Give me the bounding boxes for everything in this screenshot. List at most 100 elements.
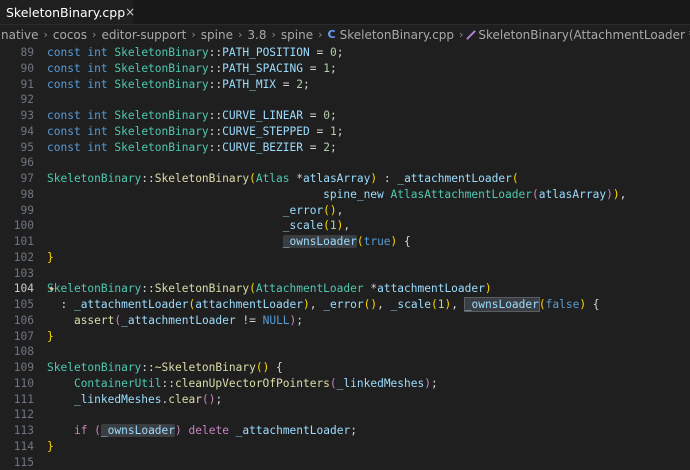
line-number: 113: [0, 423, 34, 439]
code-token: _scale: [283, 219, 323, 232]
code-text: [34, 344, 47, 360]
code-token: ::: [209, 78, 222, 91]
code-line[interactable]: 101 _ownsLoader(true) {: [0, 234, 690, 250]
line-number: 91: [0, 77, 34, 93]
code-line[interactable]: 93const int SkeletonBinary::CURVE_LINEAR…: [0, 108, 690, 124]
code-line[interactable]: 107}: [0, 329, 690, 345]
code-token: ,: [343, 219, 350, 232]
code-line[interactable]: 114}: [0, 439, 690, 455]
code-line[interactable]: 92: [0, 92, 690, 108]
line-number: 114: [0, 439, 34, 455]
tab-skeletonbinary-cpp[interactable]: SkeletonBinary.cpp ×: [0, 0, 133, 24]
chevron-right-icon: ›: [238, 28, 242, 41]
line-number: 90: [0, 61, 34, 77]
code-token: =: [276, 78, 296, 91]
sparkle-icon[interactable]: ✦: [48, 281, 55, 297]
code-text: const int SkeletonBinary::PATH_MIX = 2;: [34, 77, 310, 93]
breadcrumb-item-version[interactable]: 3.8: [247, 28, 266, 42]
breadcrumb-item-editor-support[interactable]: editor-support: [101, 28, 186, 42]
code-line[interactable]: 104SkeletonBinary::SkeletonBinary(Attach…: [0, 281, 690, 297]
code-token: const: [47, 46, 87, 59]
code-line[interactable]: 110 ContainerUtil::cleanUpVectorOfPointe…: [0, 376, 690, 392]
code-token: 2: [296, 78, 303, 91]
code-token: ): [175, 424, 182, 437]
code-token: ;: [303, 78, 310, 91]
code-token: [47, 377, 74, 390]
code-token: const: [47, 125, 87, 138]
code-line[interactable]: 91const int SkeletonBinary::PATH_MIX = 2…: [0, 77, 690, 93]
code-token: [47, 219, 283, 232]
code-token: SkeletonBinary: [114, 46, 208, 59]
code-token: AtlasAttachmentLoader: [391, 188, 532, 201]
code-line[interactable]: 112: [0, 407, 690, 423]
line-number: 97: [0, 171, 34, 187]
code-text: SkeletonBinary::~SkeletonBinary() {: [34, 360, 283, 376]
code-line[interactable]: 111 _linkedMeshes.clear();: [0, 392, 690, 408]
code-line[interactable]: 103: [0, 266, 690, 282]
code-token: _ownsLoader: [101, 424, 175, 437]
code-line[interactable]: 113 if (_ownsLoader) delete _attachmentL…: [0, 423, 690, 439]
code-token: *: [296, 172, 303, 185]
code-line[interactable]: 105 : _attachmentLoader(attachmentLoader…: [0, 297, 690, 313]
code-line[interactable]: 108: [0, 344, 690, 360]
code-line[interactable]: 96: [0, 155, 690, 171]
code-line[interactable]: 115: [0, 455, 690, 470]
code-line[interactable]: 106 assert(_attachmentLoader != NULL);: [0, 313, 690, 329]
code-token: SkeletonBinary: [155, 282, 249, 295]
code-token: (): [256, 361, 269, 374]
chevron-right-icon: ›: [191, 28, 195, 41]
line-number: 92: [0, 92, 34, 108]
code-line[interactable]: 89const int SkeletonBinary::PATH_POSITIO…: [0, 45, 690, 61]
code-token: ContainerUtil: [74, 377, 162, 390]
breadcrumb-item-file[interactable]: SkeletonBinary.cpp: [340, 28, 454, 42]
code-token: [47, 314, 74, 327]
code-text: [34, 92, 47, 108]
code-token: int: [87, 141, 114, 154]
code-token: [47, 235, 283, 248]
code-line[interactable]: 90const int SkeletonBinary::PATH_SPACING…: [0, 61, 690, 77]
code-token: =: [303, 109, 323, 122]
line-number: 104: [0, 281, 34, 297]
code-token: (: [330, 377, 337, 390]
line-number: 98: [0, 187, 34, 203]
breadcrumb-item-symbol[interactable]: SkeletonBinary(AttachmentLoader *): [478, 28, 690, 42]
breadcrumb-item-native[interactable]: native: [1, 28, 38, 42]
line-number: 100: [0, 218, 34, 234]
code-token: SkeletonBinary: [114, 109, 208, 122]
breadcrumb-item-cocos[interactable]: cocos: [53, 28, 87, 42]
breadcrumb-item-spine-2[interactable]: spine: [281, 28, 313, 42]
code-token: _ownsLoader: [465, 298, 539, 311]
code-line[interactable]: 99 _error(),: [0, 203, 690, 219]
code-token: ): [330, 204, 337, 217]
code-line[interactable]: 95const int SkeletonBinary::CURVE_BEZIER…: [0, 140, 690, 156]
code-token: _attachmentLoader: [74, 298, 189, 311]
code-token: 1: [438, 298, 445, 311]
code-line[interactable]: 109SkeletonBinary::~SkeletonBinary() {: [0, 360, 690, 376]
close-icon[interactable]: ×: [125, 5, 135, 19]
code-token: PATH_SPACING: [222, 62, 303, 75]
code-line[interactable]: 97SkeletonBinary::SkeletonBinary(Atlas *…: [0, 171, 690, 187]
code-token: ::: [141, 361, 154, 374]
code-token: (: [323, 204, 330, 217]
code-token: if: [74, 424, 94, 437]
code-token: int: [87, 109, 114, 122]
code-editor[interactable]: 89const int SkeletonBinary::PATH_POSITIO…: [0, 45, 690, 470]
code-token: SkeletonBinary: [155, 172, 249, 185]
code-token: ;: [350, 424, 357, 437]
code-line[interactable]: 94const int SkeletonBinary::CURVE_STEPPE…: [0, 124, 690, 140]
code-line[interactable]: 102}: [0, 250, 690, 266]
code-token: SkeletonBinary: [114, 78, 208, 91]
code-token: false: [546, 298, 580, 311]
code-token: atlasArray: [303, 172, 370, 185]
code-line[interactable]: 98 spine_new AtlasAttachmentLoader(atlas…: [0, 187, 690, 203]
code-token: SkeletonBinary: [47, 172, 141, 185]
cpp-file-icon: C: [328, 28, 336, 41]
tab-filename: SkeletonBinary.cpp: [6, 5, 125, 20]
line-number: 115: [0, 455, 34, 470]
breadcrumb-item-spine[interactable]: spine: [201, 28, 233, 42]
code-text: SkeletonBinary::SkeletonBinary(Attachmen…: [34, 281, 492, 297]
code-token: NULL: [263, 314, 290, 327]
line-number: 89: [0, 45, 34, 61]
code-token: 1: [323, 62, 330, 75]
code-line[interactable]: 100 _scale(1),: [0, 218, 690, 234]
